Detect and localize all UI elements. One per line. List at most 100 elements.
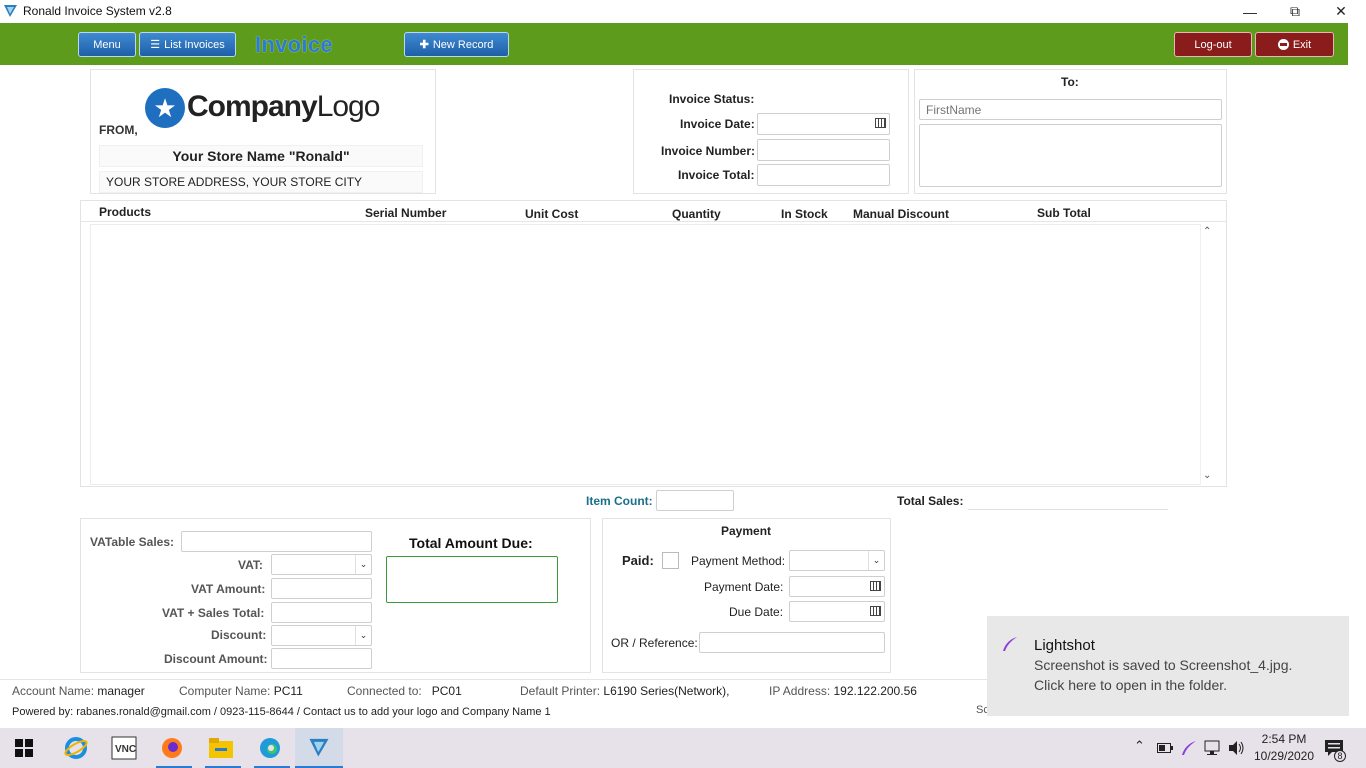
calendar-icon[interactable] [870,581,881,591]
network-icon[interactable] [1204,740,1222,756]
reference-field[interactable] [699,632,885,653]
company-logo: CompanyLogo [187,90,380,124]
firstname-input[interactable] [919,99,1222,120]
total-sales-value [968,509,1168,510]
menu-button[interactable]: Menu [78,32,136,57]
to-label: To: [1061,75,1079,89]
chevron-down-icon[interactable]: ⌄ [355,555,371,574]
close-icon[interactable]: ✕ [1318,0,1364,23]
computer-name: Computer Name: PC11 [179,684,303,698]
due-date-label: Due Date: [729,605,784,619]
title-bar [0,0,1366,23]
minus-circle-icon [1277,39,1289,50]
scrollbar[interactable] [1200,224,1217,485]
calendar-icon[interactable] [870,606,881,616]
ip-value: 192.122.200.56 [833,684,917,698]
new-record-button[interactable]: ✚ New Record [404,32,509,57]
invoice-number-field[interactable] [757,139,890,161]
paid-checkbox[interactable] [662,552,679,569]
vat-sales-total-field[interactable] [271,602,372,623]
battery-icon[interactable] [1157,742,1173,754]
logout-button[interactable]: Log-out [1174,32,1252,57]
ronald-invoice-app-icon[interactable] [295,728,343,768]
reference-label: OR / Reference: [611,636,698,650]
default-printer: Default Printer: L6190 Series(Network), [520,684,729,698]
exit-button[interactable]: Exit [1255,32,1334,57]
payment-date-field[interactable] [789,576,885,597]
chevron-down-icon[interactable]: ⌄ [868,551,884,570]
paid-label: Paid: [622,553,654,568]
vat-amount-label: VAT Amount: [191,582,266,596]
item-count-field[interactable] [656,490,734,511]
column-sub-total: Sub Total [1037,206,1091,220]
printer-value: L6190 Series(Network), [603,684,730,698]
invoice-total-field[interactable] [757,164,890,186]
vatable-sales-label: VATable Sales: [90,535,175,549]
payment-method-label: Payment Method: [691,554,786,568]
item-count-label: Item Count: [586,494,653,508]
chevron-down-icon[interactable]: ⌄ [355,626,371,645]
discount-amount-field[interactable] [271,648,372,669]
internet-explorer-icon[interactable] [52,728,100,768]
store-name: Your Store Name "Ronald" [99,145,423,167]
list-invoices-button[interactable]: ☰ List Invoices [139,32,236,57]
vat-amount-field[interactable] [271,578,372,599]
ip-label: IP Address: [769,684,831,698]
account-name: Account Name: manager [12,684,145,698]
invoice-total-label: Invoice Total: [678,168,755,182]
computer-label: Computer Name: [179,684,271,698]
clock-time[interactable]: 2:54 PM [1256,732,1312,746]
calendar-icon[interactable] [875,118,886,128]
column-quantity: Quantity [672,207,721,221]
discount-label: Discount: [211,628,267,642]
invoice-date-label: Invoice Date: [680,117,755,131]
column-serial-number: Serial Number [365,206,447,220]
discount-amount-label: Discount Amount: [164,652,268,666]
column-manual-discount: Manual Discount [853,207,950,221]
page-title: Invoice [255,32,333,57]
scroll-up-icon[interactable]: ⌃ [1203,226,1211,237]
list-icon: ☰ [150,39,161,51]
from-label: FROM, [99,123,138,137]
toast-line2: Click here to open in the folder. [1034,677,1228,693]
clock-date[interactable]: 10/29/2020 [1250,749,1318,763]
restore-icon[interactable]: ⧉ [1272,0,1318,23]
volume-icon[interactable] [1228,740,1246,756]
scroll-down-icon[interactable]: ⌄ [1203,470,1211,481]
invoice-date-field[interactable] [757,113,890,135]
column-products: Products [99,205,152,219]
products-grid[interactable] [90,224,1201,485]
logout-label: Log-out [1194,38,1232,51]
account-label: Account Name: [12,684,95,698]
app-icon [4,5,17,17]
payment-date-label: Payment Date: [704,580,784,594]
minimize-icon[interactable]: — [1227,0,1273,23]
vat-label: VAT: [238,558,263,572]
vnc-viewer-icon[interactable]: VNC [100,728,148,768]
list-invoices-label: List Invoices [164,38,225,51]
discount-select[interactable]: ⌄ [271,625,372,646]
file-explorer-icon[interactable] [197,728,245,768]
firefox-icon[interactable] [148,728,196,768]
customer-details-textarea[interactable] [919,124,1222,187]
vat-select[interactable]: ⌄ [271,554,372,575]
windows-start-icon[interactable] [0,728,48,768]
column-unit-cost: Unit Cost [525,207,579,221]
lightshot-tray-icon[interactable] [1181,740,1197,756]
toast-app-name: Lightshot [1034,637,1095,654]
payment-method-select[interactable]: ⌄ [789,550,885,571]
total-amount-due-label: Total Amount Due: [409,535,533,551]
total-sales-label: Total Sales: [897,494,964,508]
ip-address: IP Address: 192.122.200.56 [769,684,917,698]
total-amount-due-field[interactable] [386,556,558,603]
toast-line1: Screenshot is saved to Screenshot_4.jpg. [1034,657,1293,673]
vatable-sales-field[interactable] [181,531,372,552]
due-date-field[interactable] [789,601,885,622]
connected-value: PC01 [431,684,462,698]
printer-label: Default Printer: [520,684,601,698]
show-hidden-icons-icon[interactable]: ⌃ [1134,738,1145,754]
menu-label: Menu [93,38,121,51]
notification-count-badge: 8 [1334,750,1346,762]
edge-icon[interactable] [246,728,294,768]
new-record-label: New Record [432,38,494,51]
